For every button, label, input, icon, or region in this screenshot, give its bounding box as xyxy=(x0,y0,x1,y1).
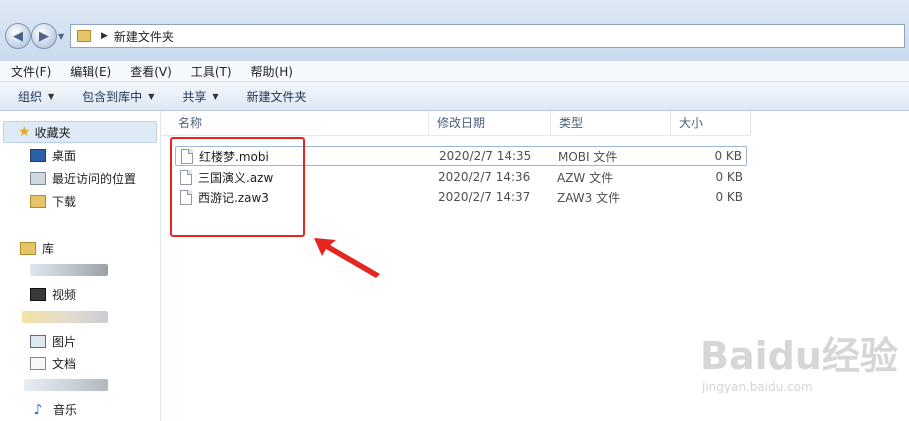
file-type: MOBI 文件 xyxy=(558,149,618,164)
nav-library[interactable]: 库 xyxy=(20,240,54,257)
nav-item-label: 图片 xyxy=(52,335,77,349)
nav-item-videos[interactable]: 视频 xyxy=(30,286,76,303)
star-icon: ★ xyxy=(18,124,31,140)
menu-bar: 文件(F) 编辑(E) 查看(V) 工具(T) 帮助(H) xyxy=(0,61,909,82)
menu-edit[interactable]: 编辑(E) xyxy=(59,63,119,80)
watermark-brand: Baidu经验 xyxy=(700,334,898,378)
share-label: 共享 xyxy=(182,89,207,104)
address-toolbar: ◀ ▶ ▼ ▶ 新建文件夹 xyxy=(0,0,909,62)
dropdown-arrow-icon: ▼ xyxy=(148,91,155,101)
document-library-icon xyxy=(30,357,46,370)
nav-item-pictures[interactable]: 图片 xyxy=(30,333,76,350)
nav-item-recent-places[interactable]: 最近访问的位置 xyxy=(30,170,136,187)
nav-item-label: 音乐 xyxy=(53,403,78,417)
library-icon xyxy=(20,242,36,255)
nav-item-label: 最近访问的位置 xyxy=(52,172,137,186)
file-size: 0 KB xyxy=(714,149,742,163)
menu-file[interactable]: 文件(F) xyxy=(0,63,59,80)
column-header-name[interactable]: 名称 xyxy=(170,111,429,135)
column-header-date-modified[interactable]: 修改日期 xyxy=(429,111,551,135)
nav-item-downloads[interactable]: 下载 xyxy=(30,193,76,210)
file-size: 0 KB xyxy=(715,190,743,204)
blurred-library-item xyxy=(24,379,108,391)
nav-item-documents[interactable]: 文档 xyxy=(30,355,76,372)
music-note-icon: ♪ xyxy=(33,401,43,418)
address-bar[interactable]: ▶ 新建文件夹 xyxy=(70,24,905,48)
include-in-library-button[interactable]: 包含到库中 ▼ xyxy=(82,88,154,105)
navigation-pane: ★ 收藏夹 桌面 最近访问的位置 下载 库 视频 图片 文档 ♪ 音乐 xyxy=(0,111,161,421)
file-type: AZW 文件 xyxy=(557,170,614,185)
recent-pages-dropdown-icon[interactable]: ▼ xyxy=(58,32,64,41)
breadcrumb-current-folder[interactable]: 新建文件夹 xyxy=(114,28,174,45)
file-date: 2020/2/7 14:35 xyxy=(439,149,532,163)
baidu-watermark: Baidu经验 jingyan.baidu.com xyxy=(700,325,900,401)
red-arrow-icon xyxy=(314,238,380,278)
back-arrow-icon: ◀ xyxy=(13,28,23,44)
video-library-icon xyxy=(30,288,46,301)
column-header-size[interactable]: 大小 xyxy=(671,111,751,135)
menu-tools[interactable]: 工具(T) xyxy=(180,63,240,80)
blurred-library-item xyxy=(30,264,108,276)
menu-view[interactable]: 查看(V) xyxy=(119,63,180,80)
new-folder-button[interactable]: 新建文件夹 xyxy=(247,88,307,105)
recent-places-icon xyxy=(30,172,46,185)
nav-library-label: 库 xyxy=(42,242,55,256)
header-divider xyxy=(161,135,751,136)
column-header-type[interactable]: 类型 xyxy=(551,111,671,135)
include-in-library-label: 包含到库中 xyxy=(82,89,143,104)
nav-item-music[interactable]: ♪ 音乐 xyxy=(30,401,77,418)
nav-favorites[interactable]: ★ 收藏夹 xyxy=(3,121,157,143)
desktop-icon xyxy=(30,149,46,162)
organize-button[interactable]: 组织 ▼ xyxy=(18,88,54,105)
picture-library-icon xyxy=(30,335,46,348)
nav-item-label: 桌面 xyxy=(52,149,77,163)
menu-help[interactable]: 帮助(H) xyxy=(240,63,301,80)
red-highlight-box xyxy=(170,137,305,237)
downloads-folder-icon xyxy=(30,195,46,208)
blurred-library-item xyxy=(22,311,108,323)
nav-item-label: 下载 xyxy=(52,195,77,209)
forward-button[interactable]: ▶ xyxy=(31,23,57,49)
nav-item-label: 视频 xyxy=(52,288,77,302)
nav-favorites-label: 收藏夹 xyxy=(34,125,71,140)
watermark-url: jingyan.baidu.com xyxy=(702,380,813,394)
nav-item-label: 文档 xyxy=(52,357,77,371)
file-type: ZAW3 文件 xyxy=(557,190,621,205)
folder-icon xyxy=(77,30,91,42)
dropdown-arrow-icon: ▼ xyxy=(48,91,55,101)
nav-item-desktop[interactable]: 桌面 xyxy=(30,147,76,164)
dropdown-arrow-icon: ▼ xyxy=(212,91,219,101)
back-button[interactable]: ◀ xyxy=(5,23,31,49)
organize-label: 组织 xyxy=(18,89,43,104)
file-date: 2020/2/7 14:36 xyxy=(438,170,531,184)
file-date: 2020/2/7 14:37 xyxy=(438,190,531,204)
new-folder-label: 新建文件夹 xyxy=(246,89,307,104)
file-size: 0 KB xyxy=(715,170,743,184)
breadcrumb-separator-icon[interactable]: ▶ xyxy=(101,31,108,41)
forward-arrow-icon: ▶ xyxy=(39,28,49,44)
command-bar: 组织 ▼ 包含到库中 ▼ 共享 ▼ 新建文件夹 xyxy=(0,82,909,111)
share-button[interactable]: 共享 ▼ xyxy=(182,88,218,105)
